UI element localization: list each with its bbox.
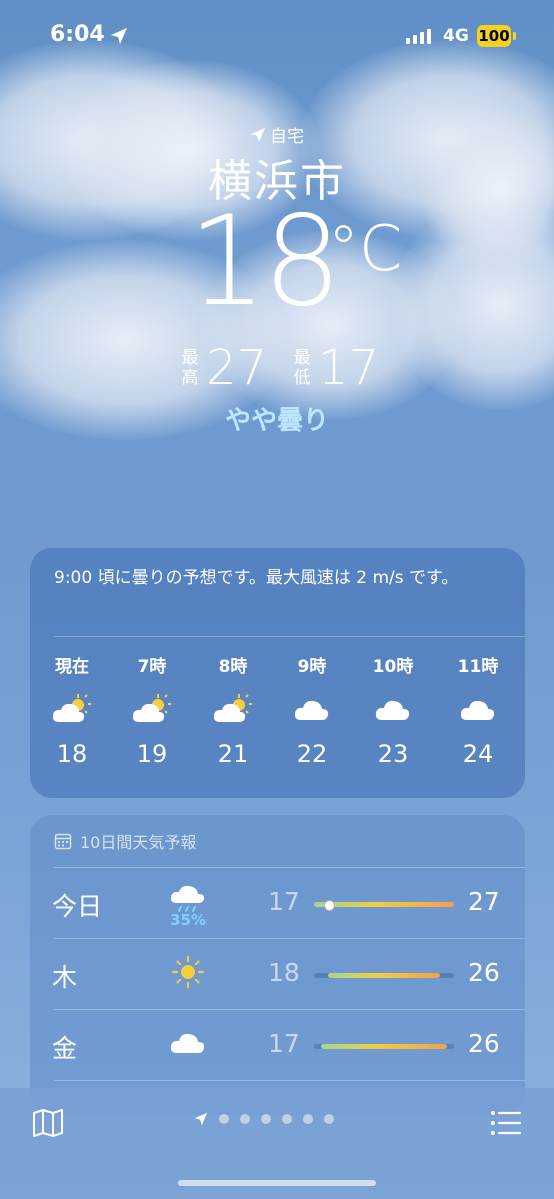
day-name: 今日 xyxy=(52,892,103,921)
hour-item: 現在 18 xyxy=(42,652,102,768)
temp-range-bar xyxy=(314,902,454,907)
hour-item: 9時 22 xyxy=(282,652,342,768)
location-arrow-icon xyxy=(111,28,127,44)
day-row[interactable]: 木 18 26 xyxy=(30,938,525,1008)
hour-item: 10時 23 xyxy=(363,652,423,768)
cloud-icon xyxy=(282,692,342,728)
location-label-row: 自宅 xyxy=(0,122,554,147)
status-bar: 6:04 4G 100 xyxy=(0,0,554,70)
day-name: 木 xyxy=(52,963,78,992)
high-temp-group: 最高 27 xyxy=(180,340,268,396)
day-row[interactable]: 金 17 26 xyxy=(30,1009,525,1079)
condition-text: やや曇り xyxy=(224,406,329,436)
temp-range-track xyxy=(314,900,454,911)
day-row[interactable]: 今日 35% 17 27 xyxy=(30,867,525,937)
cloud-icon xyxy=(448,692,508,728)
day-high: 26 xyxy=(468,958,500,987)
temp-range-track xyxy=(314,1044,454,1049)
forecast-summary: 9:00 頃に曇りの予想です。最大風速は 2 m/s です。 xyxy=(54,568,459,588)
battery-cap xyxy=(513,32,516,40)
day-low: 18 xyxy=(268,958,300,987)
hour-item: 8時 21 xyxy=(203,652,263,768)
partly-cloudy-icon xyxy=(203,692,263,728)
page-dot[interactable] xyxy=(303,1114,313,1124)
divider xyxy=(54,636,525,637)
hour-label: 7時 xyxy=(137,657,167,677)
page-dot[interactable] xyxy=(324,1114,334,1124)
bottom-toolbar xyxy=(0,1088,554,1199)
current-temperature: 18 xyxy=(188,190,342,334)
map-icon[interactable] xyxy=(32,1108,64,1138)
hour-label: 現在 xyxy=(55,657,89,677)
low-label: 最低 xyxy=(293,348,311,388)
precip-chance: 35% xyxy=(170,911,206,929)
day-name: 金 xyxy=(52,1034,78,1063)
hour-temp: 23 xyxy=(377,740,409,768)
temp-range-bar xyxy=(321,1044,447,1049)
hour-label: 11時 xyxy=(457,657,499,677)
cloud-icon xyxy=(363,692,423,728)
day-low: 17 xyxy=(268,887,300,916)
calendar-icon xyxy=(54,833,72,850)
daily-header: 10日間天気予報 xyxy=(54,829,196,853)
hour-item: 7時 19 xyxy=(122,652,182,768)
day-high: 27 xyxy=(468,887,500,916)
daily-header-label: 10日間天気予報 xyxy=(80,833,197,852)
day-high: 26 xyxy=(468,1029,500,1058)
hour-item: 11時 24 xyxy=(448,652,508,768)
temp-range-bar xyxy=(328,973,440,978)
hour-label: 10時 xyxy=(372,657,414,677)
high-label: 最高 xyxy=(181,348,199,388)
hour-label: 9時 xyxy=(297,657,327,677)
page-dot[interactable] xyxy=(219,1114,229,1124)
low-temp: 17 xyxy=(318,340,380,396)
cloud-icon xyxy=(168,1025,208,1061)
partly-cloudy-icon xyxy=(122,692,182,728)
status-time: 6:04 xyxy=(50,22,105,47)
home-indicator[interactable] xyxy=(178,1180,376,1186)
signal-icon xyxy=(406,29,431,44)
location-arrow-icon[interactable] xyxy=(194,1112,208,1126)
temperature-unit: °C xyxy=(328,212,403,285)
location-arrow-icon xyxy=(250,127,266,142)
hour-label: 8時 xyxy=(218,657,248,677)
hourly-forecast-card[interactable]: 9:00 頃に曇りの予想です。最大風速は 2 m/s です。 現在 18 7時 … xyxy=(30,548,525,798)
page-indicator[interactable] xyxy=(194,1112,334,1126)
hour-temp: 21 xyxy=(217,740,249,768)
sun-icon xyxy=(168,954,208,994)
divider xyxy=(54,1080,525,1081)
high-temp: 27 xyxy=(206,340,268,396)
list-icon[interactable] xyxy=(490,1110,522,1136)
battery-icon: 100 xyxy=(477,25,511,47)
page-dot[interactable] xyxy=(282,1114,292,1124)
network-type: 4G xyxy=(443,26,469,46)
page-dot[interactable] xyxy=(240,1114,250,1124)
hour-temp: 19 xyxy=(136,740,168,768)
location-label: 自宅 xyxy=(270,127,304,147)
hour-temp: 22 xyxy=(296,740,328,768)
page-dot[interactable] xyxy=(261,1114,271,1124)
day-low: 17 xyxy=(268,1029,300,1058)
hour-temp: 18 xyxy=(56,740,88,768)
low-temp-group: 最低 17 xyxy=(292,340,380,396)
hour-temp: 24 xyxy=(462,740,494,768)
current-temp-marker xyxy=(324,900,335,911)
daily-forecast-card[interactable]: 10日間天気予報 今日 35% 17 27 木 18 26 金 17 26 xyxy=(30,815,525,1115)
partly-cloudy-icon xyxy=(42,692,102,728)
temp-range-track xyxy=(314,973,454,978)
